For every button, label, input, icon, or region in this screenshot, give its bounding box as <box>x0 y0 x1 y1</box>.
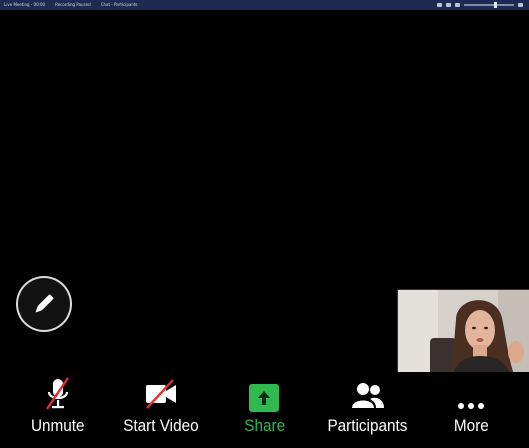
share-label: Share <box>244 416 285 435</box>
participants-button[interactable]: Participants <box>322 372 414 436</box>
participant-video <box>398 290 529 380</box>
status-item-3: Chat - Participants <box>100 2 138 7</box>
unmute-button[interactable]: Unmute <box>12 372 104 436</box>
unmute-label: Unmute <box>30 416 85 435</box>
microphone-muted-icon <box>45 377 69 410</box>
start-video-label: Start Video <box>123 416 199 435</box>
system-status-bar: Live Meeting - 00:00 Recording Paused Ch… <box>0 0 529 10</box>
participants-label: Participants <box>327 416 408 435</box>
status-item-1: Live Meeting - 00:00 <box>4 2 46 7</box>
status-icon[interactable] <box>518 3 523 7</box>
status-item-2: Recording Paused <box>55 2 91 7</box>
more-label: More <box>453 416 489 435</box>
status-icon[interactable] <box>446 3 451 7</box>
meeting-stage <box>0 10 529 380</box>
participants-icon <box>351 383 384 408</box>
volume-slider[interactable] <box>464 2 514 8</box>
start-video-button[interactable]: Start Video <box>115 372 207 436</box>
status-icon[interactable] <box>455 3 460 7</box>
self-view-video[interactable] <box>397 289 529 380</box>
more-button[interactable]: More <box>425 372 517 436</box>
pencil-icon <box>35 294 54 313</box>
status-controls <box>437 0 523 10</box>
annotate-button[interactable] <box>16 276 72 332</box>
more-dots-icon <box>458 403 485 409</box>
status-icon[interactable] <box>437 3 442 7</box>
video-camera-off-icon <box>146 379 177 409</box>
meeting-toolbar: Unmute Start Video Share Participants Mo… <box>0 372 529 448</box>
share-button[interactable]: Share <box>218 372 310 436</box>
share-screen-icon <box>249 384 280 412</box>
